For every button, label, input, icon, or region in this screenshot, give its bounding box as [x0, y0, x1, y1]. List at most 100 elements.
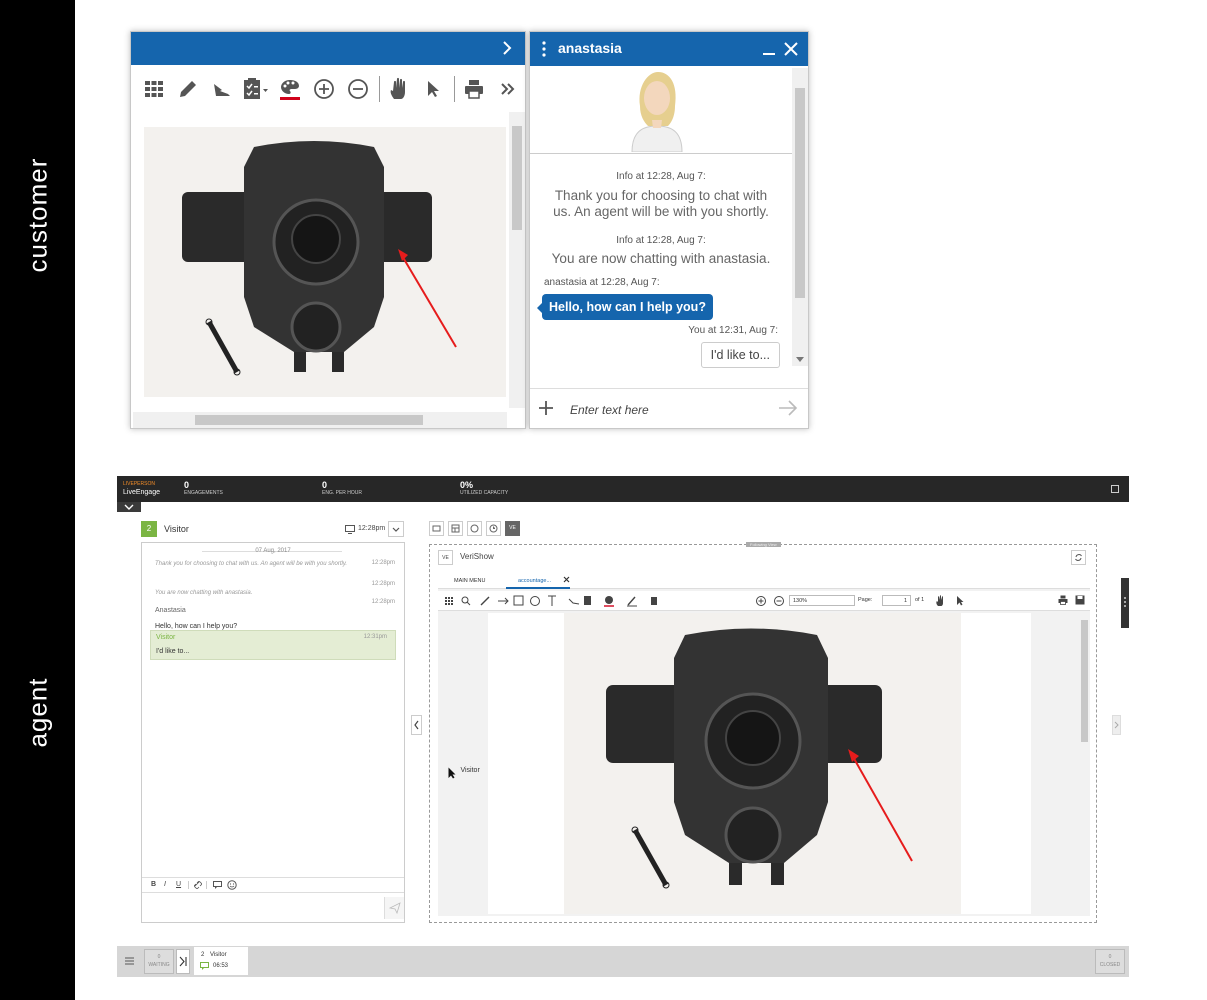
tab-document[interactable]: accountage... [506, 572, 570, 589]
page-label: Page: [858, 597, 873, 603]
agent-message-input[interactable] [142, 894, 380, 922]
closed-label: CLOSED [1099, 962, 1121, 968]
viewer-hscroll[interactable] [133, 412, 507, 428]
tab-main-menu[interactable]: MAIN MENU [454, 578, 485, 584]
visitor-title: Visitor [164, 524, 189, 534]
info-meta: Info at 12:28, Aug 7: [616, 171, 706, 182]
document-photo [564, 613, 961, 914]
underline-button[interactable]: U [176, 881, 181, 888]
chat-date: 07 Aug, 2017 [255, 548, 291, 554]
panel-toggle[interactable] [411, 715, 422, 735]
waiting-count: 0 [157, 954, 161, 960]
system-line: You are now chatting with anastasia. 12:… [155, 581, 395, 599]
print-icon[interactable] [461, 76, 487, 102]
conversation-tab[interactable]: 2 Visitor 06:53 [194, 947, 248, 975]
palette-icon[interactable] [277, 76, 303, 102]
clipboard-icon[interactable] [243, 76, 269, 102]
verishow-title: VeriShow [460, 552, 494, 561]
menu-dots-icon[interactable] [542, 41, 546, 57]
bold-button[interactable]: B [151, 881, 156, 888]
chat-header: anastasia [530, 32, 808, 66]
stat-utilized-capacity: 0% UTILIZED CAPACITY [460, 480, 508, 496]
stat-value: 0% [460, 480, 474, 490]
widget-tabs: VE [429, 521, 520, 536]
scroll-down-arrow[interactable] [796, 357, 804, 362]
document-vscroll[interactable] [1081, 620, 1088, 742]
history-icon[interactable] [486, 521, 501, 536]
verishow-widget: Following View VE VeriShow MAIN MENU acc… [429, 542, 1097, 923]
chat-messages: Info at 12:28, Aug 7: Thank you for choo… [530, 157, 792, 368]
plus-icon[interactable] [539, 401, 553, 415]
closed-box[interactable]: 0 CLOSED [1095, 949, 1125, 974]
conv-count: 2 [201, 952, 205, 958]
hand-icon[interactable] [386, 76, 412, 102]
hand-tool-icon[interactable] [935, 595, 945, 607]
pointer-icon[interactable] [420, 76, 446, 102]
following-view-tag: Following View [746, 542, 781, 547]
tab-close-icon[interactable] [563, 576, 570, 583]
conversation-time: 12:28pm [358, 525, 386, 532]
visitor-line: Visitor 12:31pm I'd like to... [150, 630, 396, 660]
zoom-field[interactable]: 130% [789, 595, 855, 606]
agent-message-meta: anastasia at 12:28, Aug 7: [544, 277, 660, 288]
scroll-thumb[interactable] [795, 88, 805, 298]
zoom-in-icon[interactable] [311, 76, 337, 102]
canned-response-icon[interactable] [213, 881, 223, 889]
collapse-tab[interactable] [117, 502, 141, 512]
print-icon[interactable] [1058, 595, 1068, 605]
close-icon[interactable] [784, 42, 798, 56]
grid-icon[interactable] [141, 76, 167, 102]
format-toolbar: B I U [142, 877, 404, 893]
customer-label-bar: customer [0, 0, 75, 442]
visitor-cursor-label: Visitor [460, 767, 480, 774]
verishow-badge: VE [438, 550, 453, 565]
zoom-out-icon[interactable] [345, 76, 371, 102]
stamp-icon[interactable] [209, 76, 235, 102]
customer-chat-window: anastasia Info at 12:28, Aug 7: Thank yo… [529, 31, 809, 429]
refresh-icon[interactable] [1071, 550, 1086, 565]
briefcase-icon[interactable] [429, 521, 444, 536]
save-icon[interactable] [1075, 595, 1085, 605]
avatar-divider [530, 153, 792, 154]
chat-input-area: Enter text here [530, 388, 808, 428]
scroll-thumb[interactable] [512, 126, 522, 230]
send-arrow-icon[interactable] [778, 400, 798, 416]
chevron-right-icon[interactable] [501, 40, 513, 56]
select-tool-icon[interactable] [956, 595, 964, 606]
compass-icon[interactable] [467, 521, 482, 536]
conversation-dropdown[interactable] [388, 521, 404, 537]
waiting-expand-button[interactable] [176, 949, 190, 974]
verishow-tab[interactable]: VE [505, 521, 520, 536]
viewer-vscroll[interactable] [509, 112, 525, 408]
expand-right-button[interactable] [1112, 715, 1121, 735]
chat-vscroll[interactable] [792, 68, 808, 366]
side-panel-handle[interactable] [1121, 578, 1129, 628]
minimize-icon[interactable] [762, 42, 776, 56]
divider [206, 881, 207, 889]
layout-icon[interactable] [448, 521, 463, 536]
logo: LIVEPERSON LiveEngage [123, 481, 160, 496]
conv-name: Visitor [210, 952, 227, 958]
more-icon[interactable] [495, 76, 521, 102]
waiting-box[interactable]: 0 WAITING [144, 949, 174, 974]
pencil-icon[interactable] [175, 76, 201, 102]
stat-label: ENG. PER HOUR [322, 490, 363, 496]
chat-agent-name: anastasia [558, 40, 622, 56]
viewer-toolbar [141, 76, 529, 102]
agent-avatar [612, 68, 702, 152]
toolbar-divider [454, 76, 455, 102]
emoji-icon[interactable] [227, 880, 237, 890]
agent-message: Hello, how can I help you? [155, 623, 238, 630]
hamburger-icon[interactable] [125, 957, 134, 965]
link-icon[interactable] [194, 881, 202, 889]
system-line: Thank you for choosing to chat with us. … [155, 560, 395, 568]
info-message: You are now chatting with anastasia. [551, 251, 771, 266]
page-field[interactable]: 1 [882, 595, 911, 606]
chat-input[interactable]: Enter text here [570, 403, 649, 417]
info-icon[interactable] [1111, 485, 1119, 493]
send-icon[interactable] [384, 897, 404, 919]
italic-button[interactable]: I [164, 881, 166, 888]
stat-label: UTILIZED CAPACITY [460, 490, 509, 496]
scroll-thumb[interactable] [195, 415, 423, 425]
agent-time: 12:28pm [371, 599, 395, 605]
